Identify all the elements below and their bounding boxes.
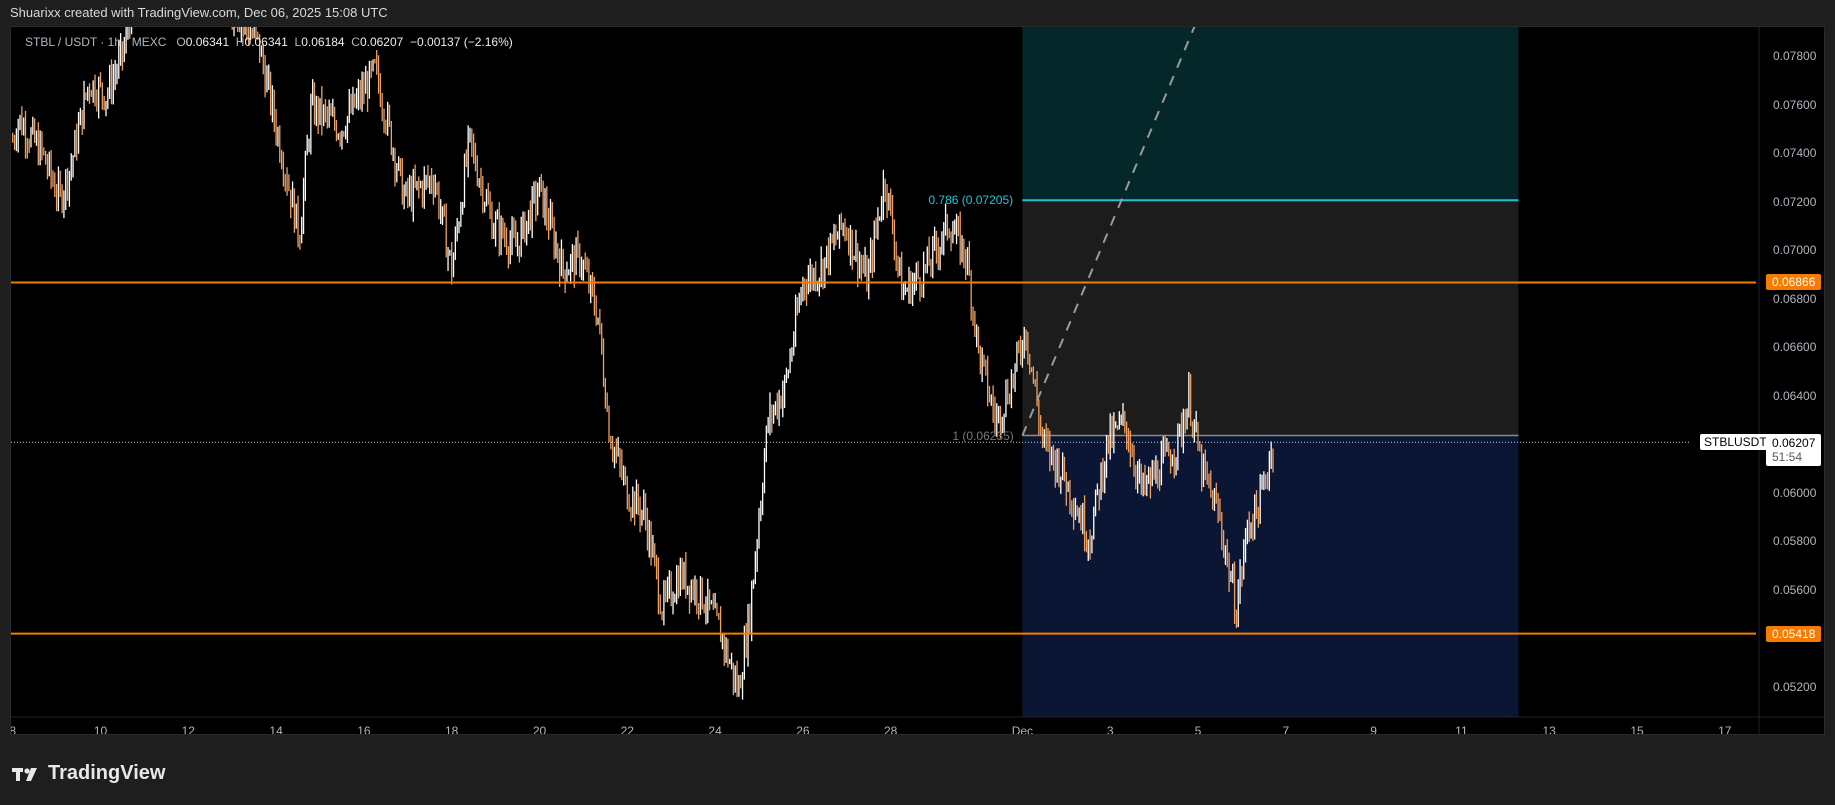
- level-price-label: 0.06866: [1766, 274, 1822, 291]
- price-tick: 0.06000: [1773, 485, 1817, 500]
- price-tick: 0.06800: [1773, 291, 1817, 306]
- time-tick: 5: [1194, 724, 1202, 735]
- fib-zone-lower: [1022, 435, 1519, 717]
- attribution-header: Shuarixx created with TradingView.com, D…: [10, 5, 388, 20]
- price-tick: 0.06600: [1773, 340, 1817, 354]
- time-tick: 12: [181, 724, 195, 735]
- price-tick: 0.05600: [1773, 582, 1817, 597]
- price-tick: 0.07800: [1773, 49, 1817, 63]
- price-tick: 0.05800: [1773, 534, 1817, 548]
- time-tick: 9: [1370, 724, 1377, 735]
- time-tick: 13: [1542, 724, 1556, 735]
- close-value: 0.06207: [359, 35, 404, 49]
- time-tick: 10: [93, 724, 108, 735]
- time-tick: 28: [884, 724, 898, 735]
- change-value: −0.00137 (−2.16%): [410, 35, 513, 49]
- price-tick: 0.07200: [1773, 194, 1817, 209]
- time-tick: 26: [796, 724, 810, 735]
- time-tick: Dec: [1011, 724, 1034, 735]
- tradingview-logo: TradingView: [12, 762, 165, 785]
- tradingview-logo-icon: [12, 767, 37, 781]
- time-tick: 8: [10, 724, 17, 735]
- time-tick: 24: [708, 724, 722, 735]
- time-tick: 22: [620, 724, 634, 735]
- symbol-title[interactable]: STBL / USDT · 1h · MEXC: [25, 35, 166, 49]
- fib-level-1-label: 1 (0.06235): [952, 428, 1014, 443]
- price-chart[interactable]: STBL / USDT · 1h · MEXC O0.06341 H0.0634…: [10, 26, 1825, 735]
- time-tick: 16: [357, 724, 371, 735]
- symbol-tag: STBLUSDT: [1700, 434, 1771, 451]
- price-tick: 0.07000: [1773, 243, 1817, 257]
- time-tick: 20: [532, 724, 547, 735]
- price-tick: 0.06400: [1773, 388, 1817, 403]
- open-label: O: [176, 35, 186, 49]
- time-tick: 17: [1718, 724, 1732, 735]
- chart-canvas[interactable]: [11, 27, 1825, 735]
- price-tick: 0.07400: [1773, 146, 1817, 160]
- bar-countdown: 51:54: [1772, 450, 1803, 465]
- open-value: 0.06341: [185, 35, 230, 49]
- price-tick: 0.07600: [1773, 97, 1817, 112]
- low-value: 0.06184: [301, 35, 345, 49]
- time-tick: 3: [1106, 724, 1114, 735]
- time-tick: 15: [1630, 724, 1644, 735]
- fib-zone-mid: [1022, 200, 1519, 436]
- close-label: C: [351, 35, 360, 49]
- level-price-label: 0.05418: [1766, 625, 1822, 642]
- time-tick: 14: [269, 724, 283, 735]
- fib-zone-target: [1022, 27, 1519, 201]
- current-price-label: 0.06207 51:54: [1766, 434, 1822, 467]
- ohlc-legend: STBL / USDT · 1h · MEXC O0.06341 H0.0634…: [25, 35, 513, 49]
- price-tick: 0.05200: [1773, 679, 1817, 694]
- fib-level-786-label: 0.786 (0.07205): [928, 193, 1014, 208]
- high-value: 0.06341: [244, 35, 288, 49]
- time-tick: 18: [445, 724, 459, 735]
- current-price: 0.06207: [1772, 436, 1816, 451]
- time-tick: 11: [1455, 724, 1468, 735]
- time-tick: 7: [1282, 724, 1290, 735]
